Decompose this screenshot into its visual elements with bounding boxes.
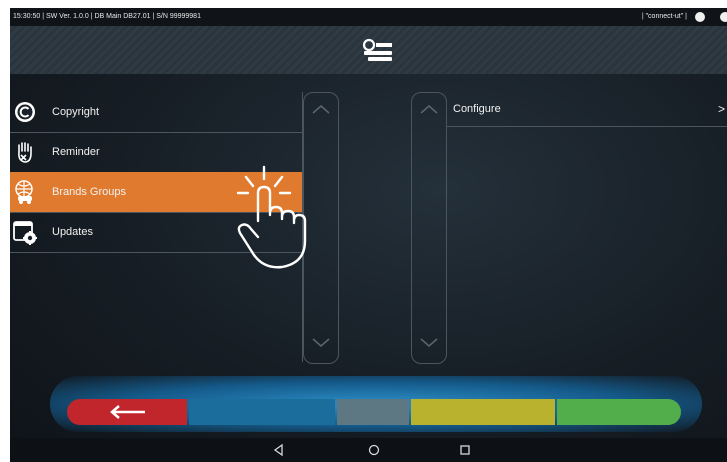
brands-groups-icon — [15, 180, 33, 204]
detail-scrollbar[interactable] — [411, 92, 447, 364]
nav-back-icon[interactable] — [271, 442, 287, 458]
status-indicator-icon — [695, 12, 705, 22]
status-bar: 15:30:50 | SW Ver. 1.0.0 | DB Main DB27.… — [10, 8, 727, 26]
device-screen: 15:30:50 | SW Ver. 1.0.0 | DB Main DB27.… — [10, 8, 727, 462]
reminder-hand-icon — [18, 142, 32, 163]
configure-item[interactable]: Configure > — [447, 92, 727, 127]
tap-hand-icon — [236, 165, 307, 269]
nav-recents-icon[interactable] — [457, 442, 473, 458]
header-bar — [10, 26, 727, 74]
chevron-up-icon[interactable] — [419, 103, 439, 115]
green-action-button[interactable] — [557, 399, 681, 425]
menu-item-label: Copyright — [52, 106, 100, 118]
chevron-down-icon[interactable] — [311, 337, 331, 349]
nav-home-icon[interactable] — [366, 442, 382, 458]
configure-label: Configure — [453, 103, 501, 115]
updates-icon — [13, 221, 37, 245]
grey-action-button[interactable] — [337, 399, 409, 425]
copyright-icon — [15, 102, 35, 122]
settings-list-icon[interactable] — [360, 36, 396, 64]
chevron-right-icon: > — [717, 102, 725, 116]
action-bar — [50, 376, 702, 432]
menu-item-label: Brands Groups — [52, 186, 126, 198]
back-button[interactable] — [67, 399, 187, 425]
status-indicator-icon — [720, 12, 727, 22]
menu-item-copyright[interactable]: Copyright — [10, 92, 302, 133]
chevron-up-icon[interactable] — [311, 103, 331, 115]
menu-item-label: Reminder — [52, 146, 100, 158]
arrow-left-icon — [110, 405, 145, 419]
chevron-down-icon[interactable] — [419, 337, 439, 349]
connection-status: | "connect-ut" | — [641, 13, 687, 20]
android-nav-bar — [10, 438, 727, 462]
menu-item-label: Updates — [52, 226, 93, 238]
blue-action-button[interactable] — [189, 399, 335, 425]
detail-panel: Configure > — [411, 92, 727, 364]
status-info: 15:30:50 | SW Ver. 1.0.0 | DB Main DB27.… — [13, 13, 201, 20]
yellow-action-button[interactable] — [411, 399, 555, 425]
